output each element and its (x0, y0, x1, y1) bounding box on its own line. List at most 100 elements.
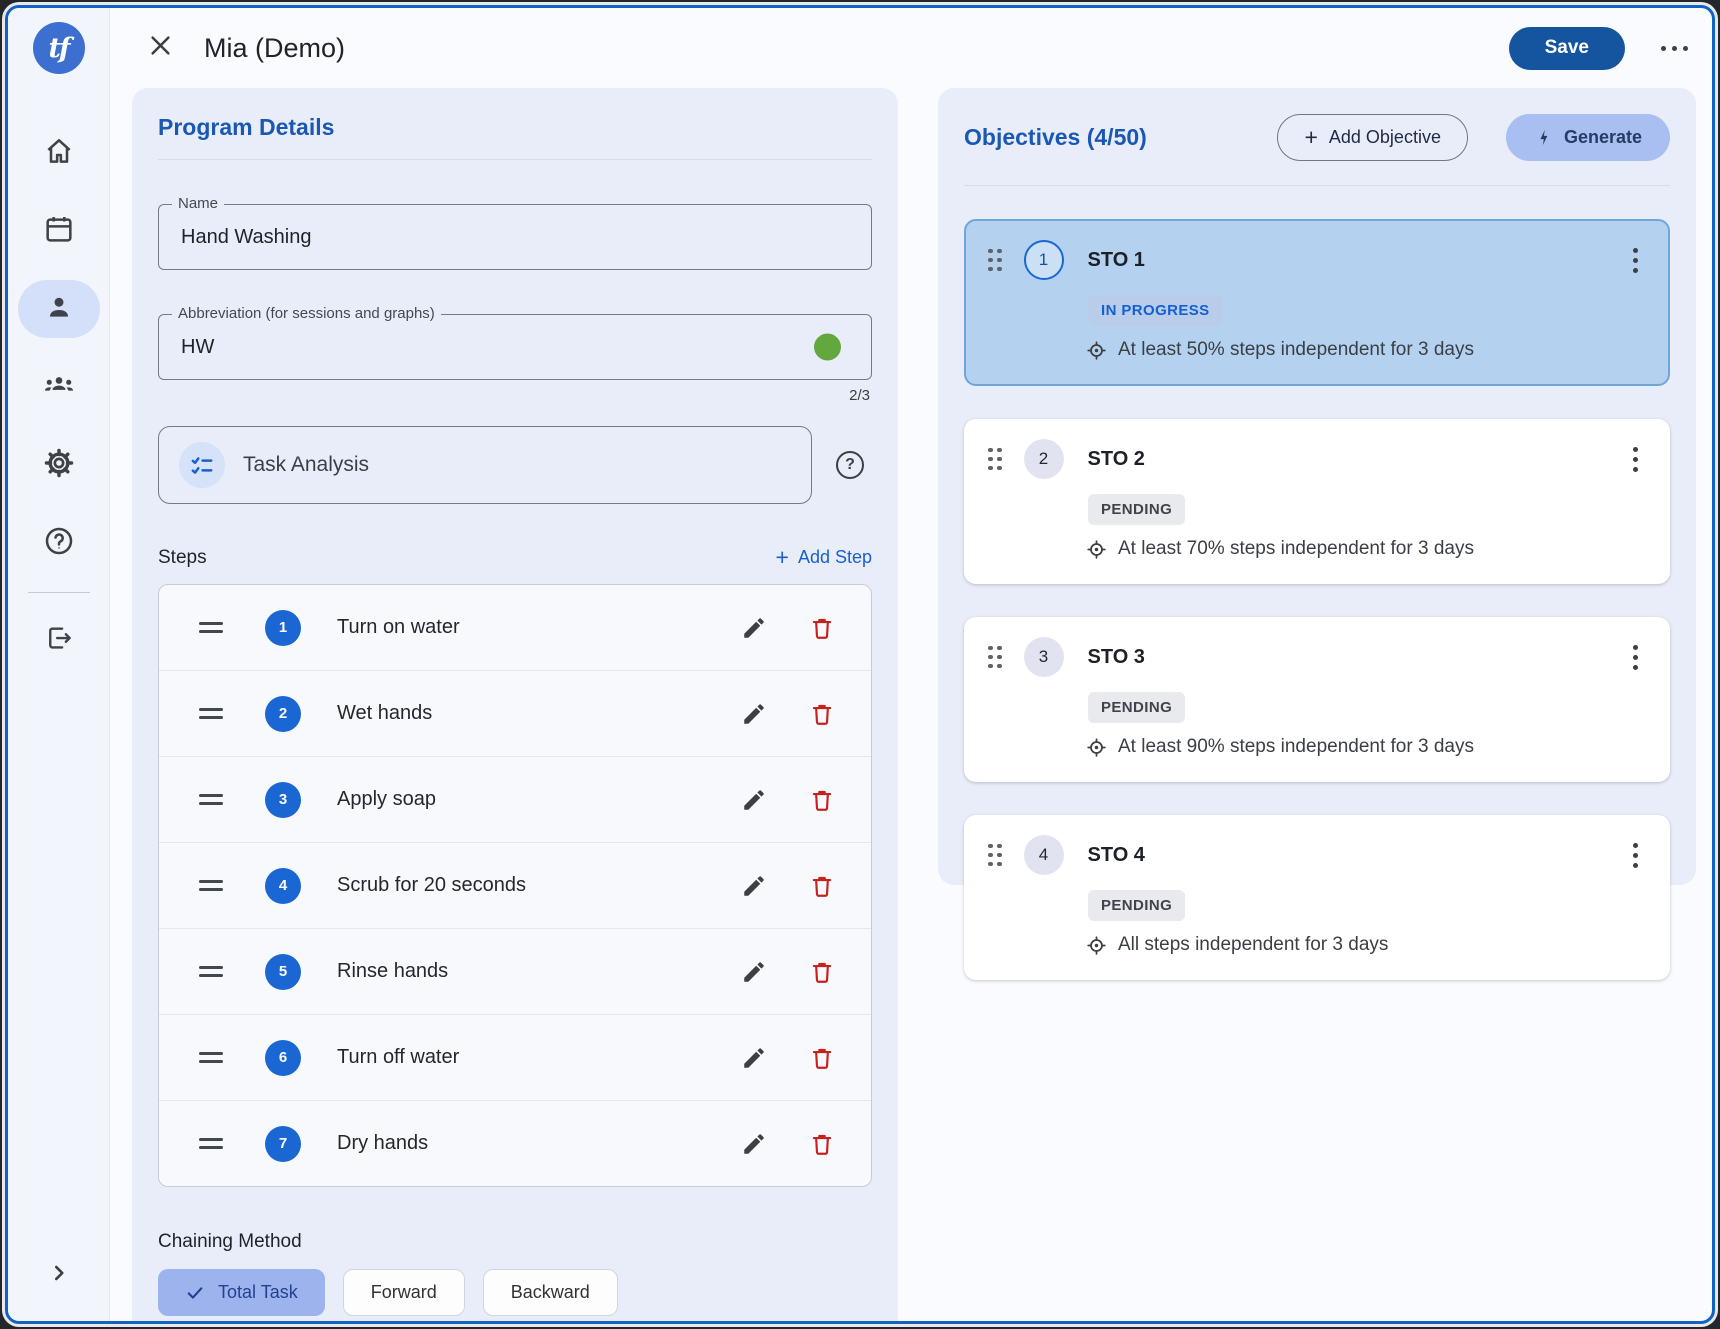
objective-menu-button[interactable] (1625, 641, 1646, 674)
chaining-option[interactable]: Total Task (158, 1269, 325, 1316)
drag-handle-icon[interactable] (199, 794, 223, 806)
edit-step-button[interactable] (741, 1045, 767, 1071)
edit-step-button[interactable] (741, 787, 767, 813)
content-area: Program Details Name Hand Washing Abbrev… (110, 88, 1712, 1321)
sidebar-item-logout[interactable] (8, 609, 110, 671)
pencil-icon (741, 615, 767, 641)
trash-icon (809, 615, 835, 641)
divider (964, 185, 1670, 186)
close-icon (147, 32, 174, 64)
sidebar-item-help[interactable] (8, 504, 110, 582)
delete-step-button[interactable] (809, 701, 835, 727)
chaining-option[interactable]: Forward (343, 1269, 465, 1316)
status-badge: IN PROGRESS (1088, 295, 1223, 326)
page-header: Mia (Demo) Save (110, 8, 1712, 88)
name-field[interactable]: Name Hand Washing (158, 204, 872, 270)
sidebar-item-groups[interactable] (8, 348, 110, 426)
step-number-badge: 2 (265, 696, 301, 732)
person-icon (44, 292, 74, 327)
delete-step-button[interactable] (809, 1045, 835, 1071)
edit-step-button[interactable] (741, 1131, 767, 1157)
objective-card[interactable]: 2 STO 2 PENDING At least 70% steps indep… (964, 419, 1670, 584)
objective-card[interactable]: 1 STO 1 IN PROGRESS At least 50% steps i… (964, 219, 1670, 386)
status-badge: PENDING (1088, 494, 1185, 525)
drag-handle-icon[interactable] (199, 880, 223, 892)
objective-description: At least 90% steps independent for 3 day… (1118, 736, 1474, 758)
home-icon (43, 135, 75, 172)
objective-number-badge: 2 (1024, 439, 1064, 479)
drag-handle-icon[interactable] (988, 844, 1002, 867)
step-row: 6 Turn off water (159, 1014, 871, 1100)
drag-handle-icon[interactable] (988, 646, 1002, 669)
drag-handle-icon[interactable] (199, 966, 223, 978)
add-step-button[interactable]: + Add Step (776, 546, 873, 569)
objective-number: 4 (1039, 845, 1048, 865)
step-number-badge: 3 (265, 782, 301, 818)
drag-handle-icon[interactable] (199, 622, 223, 634)
edit-step-button[interactable] (741, 959, 767, 985)
delete-step-button[interactable] (809, 615, 835, 641)
close-button[interactable] (144, 32, 176, 64)
drag-handle-icon[interactable] (199, 708, 223, 720)
delete-step-button[interactable] (809, 1131, 835, 1157)
sidebar-item-home[interactable] (8, 114, 110, 192)
drag-handle-icon[interactable] (199, 1052, 223, 1064)
drag-handle-icon[interactable] (988, 249, 1002, 272)
delete-step-button[interactable] (809, 873, 835, 899)
objective-card[interactable]: 4 STO 4 PENDING All steps independent fo… (964, 815, 1670, 980)
delete-step-button[interactable] (809, 787, 835, 813)
edit-step-button[interactable] (741, 701, 767, 727)
objective-card[interactable]: 3 STO 3 PENDING At least 90% steps indep… (964, 617, 1670, 782)
objective-menu-button[interactable] (1625, 244, 1646, 277)
add-step-label: Add Step (798, 547, 872, 568)
objectives-panel: Objectives (4/50) + Add Objective Genera… (938, 88, 1696, 885)
step-actions (741, 873, 835, 899)
abbreviation-counter: 2/3 (158, 387, 872, 404)
trash-icon (809, 787, 835, 813)
edit-step-button[interactable] (741, 615, 767, 641)
chaining-option-label: Total Task (218, 1282, 298, 1303)
step-actions (741, 787, 835, 813)
more-options-button[interactable] (1655, 40, 1694, 57)
name-field-label: Name (172, 195, 224, 212)
generate-button[interactable]: Generate (1506, 114, 1670, 161)
program-type-select[interactable]: Task Analysis (158, 426, 812, 504)
plus-icon: + (1304, 126, 1317, 149)
drag-handle-icon[interactable] (199, 1138, 223, 1150)
chevron-right-icon (46, 1260, 72, 1291)
step-row: 7 Dry hands (159, 1100, 871, 1186)
objective-status-row: PENDING (1088, 494, 1646, 525)
objective-number: 1 (1039, 250, 1048, 270)
objective-menu-button[interactable] (1625, 839, 1646, 872)
chaining-method-options: Total Task Forward Backward (158, 1269, 872, 1316)
drag-handle-icon[interactable] (988, 448, 1002, 471)
step-number: 1 (279, 619, 287, 636)
objectives-header: Objectives (4/50) + Add Objective Genera… (964, 114, 1670, 161)
objective-description: All steps independent for 3 days (1118, 934, 1388, 956)
chaining-method-heading: Chaining Method (158, 1231, 872, 1253)
delete-step-button[interactable] (809, 959, 835, 985)
step-label: Turn on water (337, 616, 460, 639)
chaining-option[interactable]: Backward (483, 1269, 618, 1316)
abbreviation-field[interactable]: Abbreviation (for sessions and graphs) H… (158, 314, 872, 380)
add-objective-button[interactable]: + Add Objective (1277, 114, 1468, 161)
sidebar-expand-button[interactable] (8, 1260, 110, 1291)
sidebar-item-settings[interactable] (8, 426, 110, 504)
objective-description-row: All steps independent for 3 days (1086, 934, 1646, 956)
program-type-help-icon[interactable]: ? (836, 451, 864, 479)
save-button[interactable]: Save (1509, 27, 1625, 70)
step-row: 1 Turn on water (159, 585, 871, 670)
objective-title: STO 4 (1088, 844, 1145, 867)
objective-number: 2 (1039, 449, 1048, 469)
step-row: 4 Scrub for 20 seconds (159, 842, 871, 928)
objective-menu-button[interactable] (1625, 443, 1646, 476)
objective-card-top: 4 STO 4 (988, 835, 1646, 875)
sidebar-item-calendar[interactable] (8, 192, 110, 270)
objective-description-row: At least 90% steps independent for 3 day… (1086, 736, 1646, 758)
sidebar-item-clients[interactable] (8, 270, 110, 348)
target-icon (1086, 737, 1107, 758)
edit-step-button[interactable] (741, 873, 767, 899)
objective-title: STO 3 (1088, 646, 1145, 669)
lightning-bolt-icon (1534, 128, 1553, 147)
objective-number-badge: 1 (1024, 240, 1064, 280)
